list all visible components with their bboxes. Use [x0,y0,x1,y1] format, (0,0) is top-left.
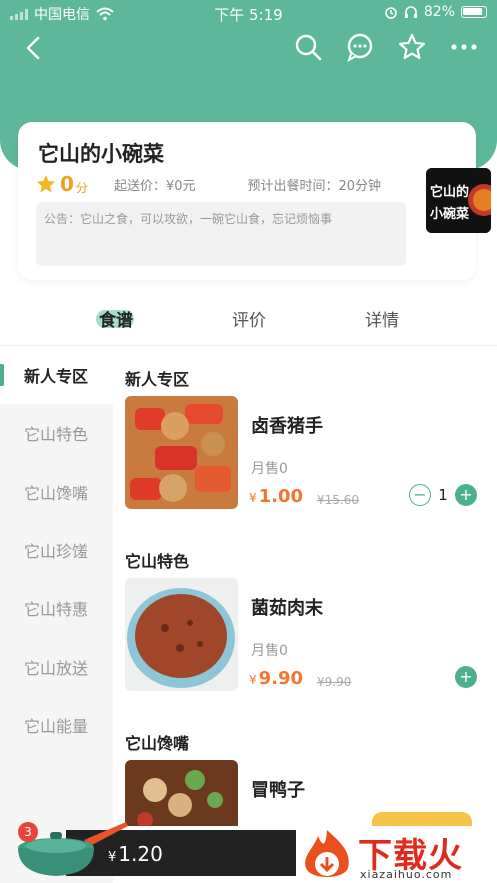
flame-logo-icon [305,830,349,877]
shop-notice: 公告：它山之食，可以攻欲，一碗它山食，忘记烦恼事 [36,202,406,266]
category-sidebar: 新人专区 它山特色 它山馋嘴 它山珍馐 它山特惠 它山放送 它山能量 [0,346,113,883]
plus-button[interactable]: + [455,666,477,688]
shop-logo[interactable]: 它山的 小碗菜 [426,168,491,233]
headphones-icon [404,6,417,18]
status-bar: 中国电信 下午 5:19 82% [0,0,497,26]
watermark-url: xiazaihuo.com [360,868,453,881]
top-nav [0,30,497,66]
min-delivery-price: 起送价：¥0元 [113,178,196,194]
product-original-price: ¥15.60 [317,493,359,507]
cart-total-value: 1.20 [118,842,163,866]
product-monthly-sales: 月售0 [251,461,288,477]
product-name: 卤香猪手 [251,416,323,437]
currency-symbol: ¥ [108,850,117,865]
section-title: 它山馋嘴 [125,734,190,753]
category-item[interactable]: 它山特惠 [0,579,113,637]
more-icon[interactable] [449,32,479,62]
product-image[interactable] [125,760,238,826]
product-price: ¥1.00 [249,486,303,507]
currency-symbol: ¥ [249,673,257,687]
category-item[interactable]: 它山珍馐 [0,521,113,579]
product-card[interactable]: 卤香猪手 月售0 ¥1.00 ¥15.60 − 1 + [125,396,485,511]
product-name: 冒鸭子 [251,780,305,801]
rating-star-icon [37,175,55,193]
cart-total: ¥1.20 [108,842,163,866]
svg-text:它山的: 它山的 [430,184,469,200]
category-item[interactable]: 新人专区 [0,346,113,404]
price-value: 9.90 [258,668,304,689]
watermark: 下载火 xiazaihuo.com [296,826,497,883]
quantity-stepper: − 1 + [409,484,477,506]
category-item[interactable]: 它山特色 [0,404,113,462]
category-item[interactable]: 它山能量 [0,696,113,754]
cart-bar: 3 ¥1.20 下载火 xiazaihuo.com [0,822,497,883]
search-icon[interactable] [293,32,323,62]
quantity-value: 1 [438,486,448,504]
product-card[interactable]: 菌茹肉末 月售0 ¥9.90 ¥9.90 + [125,578,485,693]
svg-text:小碗菜: 小碗菜 [430,206,469,222]
shop-info-card: 它山的小碗菜 0 分 起送价：¥0元 预计出餐时间：20分钟 公告：它山之食，可… [18,122,476,280]
star-favorite-icon[interactable] [397,32,427,62]
minus-button[interactable]: − [409,484,431,506]
tab-recipes[interactable]: 食谱 [99,306,133,331]
shop-score: 0 [60,172,74,196]
product-monthly-sales: 月售0 [251,643,288,659]
alarm-icon [385,7,397,19]
shop-page: 中国电信 下午 5:19 82% 它山的小碗菜 0 分 起送价：¥0元 预计出餐… [0,0,497,883]
price-value: 1.00 [258,486,304,507]
quantity-stepper: + [455,666,477,688]
battery-label: 82% [423,4,455,20]
product-list: 新人专区 卤香猪手 月售0 ¥1.00 ¥15.60 − 1 + 它山特色 菌茹… [113,346,497,826]
product-image[interactable] [125,578,238,691]
product-image[interactable] [125,396,238,509]
product-price: ¥9.90 [249,668,303,689]
back-icon[interactable] [20,32,50,64]
battery-icon [461,6,487,18]
tab-details[interactable]: 详情 [365,306,399,331]
cart-count-badge: 3 [18,822,38,842]
product-name: 菌茹肉末 [251,598,323,619]
plus-button[interactable]: + [455,484,477,506]
score-unit: 分 [75,180,88,195]
category-item[interactable]: 它山馋嘴 [0,463,113,521]
category-item[interactable]: 它山放送 [0,638,113,696]
delivery-time: 预计出餐时间：20分钟 [247,178,382,194]
currency-symbol: ¥ [249,491,257,505]
tab-bar: 食谱 评价 详情 [0,292,497,346]
message-icon[interactable] [345,32,375,62]
product-original-price: ¥9.90 [317,675,352,689]
section-title: 它山特色 [125,552,190,571]
section-title: 新人专区 [125,370,190,389]
rating-row: 0 分 起送价：¥0元 预计出餐时间：20分钟 [36,172,381,196]
shop-name: 它山的小碗菜 [38,142,164,166]
tab-reviews[interactable]: 评价 [232,306,266,331]
shop-logo-image: 它山的 小碗菜 [426,168,491,233]
